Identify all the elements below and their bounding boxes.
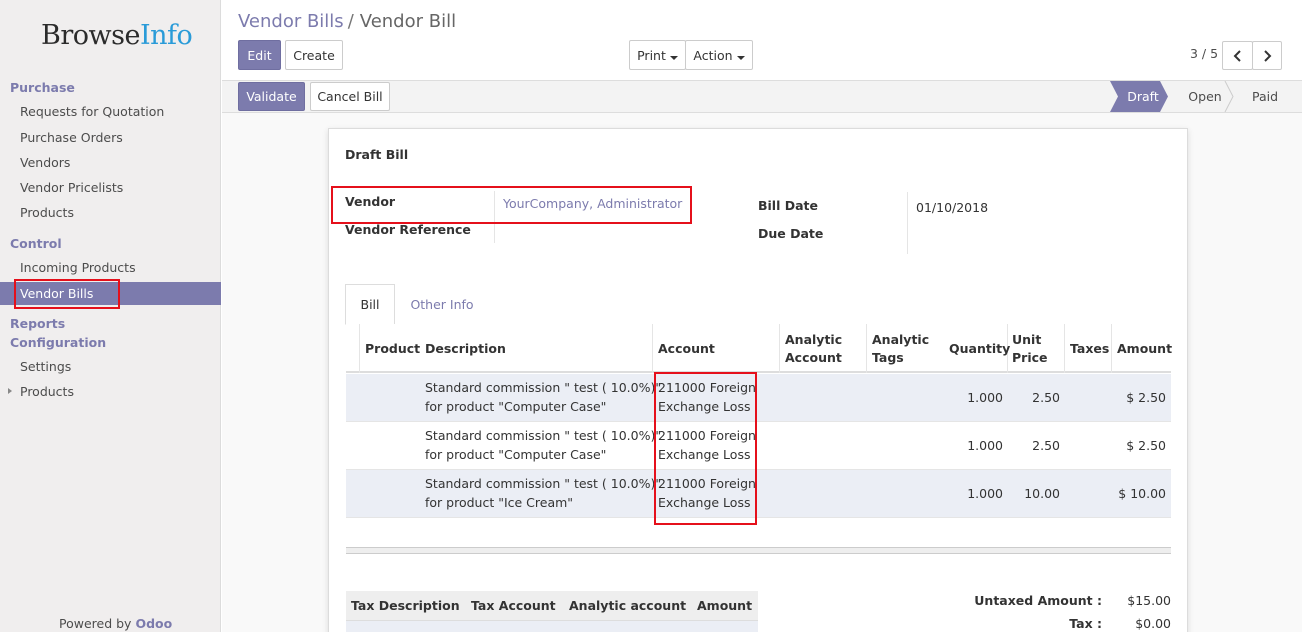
line-description: Standard commission " test ( 10.0%)" for … [425, 476, 662, 510]
highlight-account [654, 372, 757, 525]
tax-label: Tax : [1069, 616, 1102, 631]
col-product[interactable]: Product [365, 340, 420, 358]
print-dropdown[interactable]: Print [629, 40, 686, 70]
untaxed-amount-label: Untaxed Amount : [974, 593, 1102, 608]
untaxed-amount-value: $15.00 [1127, 593, 1171, 608]
col-description[interactable]: Description [425, 340, 506, 358]
sidebar-item-vendors[interactable]: Vendors [20, 155, 70, 170]
tab-other-info[interactable]: Other Info [405, 284, 479, 325]
chevron-left-icon [1233, 49, 1241, 62]
pager-value[interactable]: 3 / 5 [1190, 46, 1218, 61]
edit-button[interactable]: Edit [238, 40, 281, 70]
col-unit-price[interactable]: Unit Price [1012, 331, 1048, 367]
line-quantity: 1.000 [967, 390, 1003, 405]
line-quantity: 1.000 [967, 486, 1003, 501]
line-amount: $ 10.00 [1118, 486, 1166, 501]
divider [907, 192, 908, 254]
col-tax-description[interactable]: Tax Description [351, 597, 460, 615]
col-analytic-tags[interactable]: Analytic Tags [872, 331, 929, 367]
due-date-label: Due Date [758, 226, 824, 241]
breadcrumb: Vendor Bills / Vendor Bill [238, 11, 457, 32]
bill-date-label: Bill Date [758, 198, 818, 213]
line-amount: $ 2.50 [1126, 438, 1166, 453]
col-amount[interactable]: Amount [1117, 340, 1172, 358]
sidebar-item-purchase-orders[interactable]: Purchase Orders [20, 130, 123, 145]
sidebar-section-purchase: Purchase [10, 80, 75, 95]
line-quantity: 1.000 [967, 438, 1003, 453]
col-quantity[interactable]: Quantity [949, 340, 1010, 358]
breadcrumb-parent[interactable]: Vendor Bills [238, 11, 344, 32]
sidebar-item-incoming-products[interactable]: Incoming Products [20, 260, 136, 275]
caret-right-icon[interactable] [8, 388, 12, 394]
line-description: Standard commission " test ( 10.0%)" for … [425, 380, 662, 414]
line-unit-price: 10.00 [1024, 486, 1060, 501]
stage-paid[interactable]: Paid [1242, 81, 1288, 112]
pager-previous-button[interactable] [1222, 41, 1253, 70]
sidebar-section-configuration: Configuration [10, 335, 107, 350]
highlight-vendor-bills [14, 279, 120, 309]
sidebar: BrowseInfo Purchase Requests for Quotati… [0, 0, 221, 632]
line-unit-price: 2.50 [1032, 438, 1060, 453]
col-tax-account[interactable]: Tax Account [471, 597, 556, 615]
validate-button[interactable]: Validate [238, 82, 305, 111]
tax-table-header: Tax Description Tax Account Analytic acc… [346, 591, 758, 621]
bill-date-field[interactable]: 01/10/2018 [916, 200, 988, 215]
sidebar-section-control: Control [10, 236, 62, 251]
tab-bill[interactable]: Bill [345, 284, 395, 325]
form-title: Draft Bill [345, 147, 409, 162]
sidebar-item-requests-for-quotation[interactable]: Requests for Quotation [20, 104, 164, 119]
sidebar-item-config-products[interactable]: Products [20, 384, 74, 399]
sidebar-item-settings[interactable]: Settings [20, 359, 71, 374]
col-tax-amount[interactable]: Amount [697, 597, 752, 615]
vendor-reference-label: Vendor Reference [345, 222, 471, 237]
line-unit-price: 2.50 [1032, 390, 1060, 405]
col-taxes[interactable]: Taxes [1070, 340, 1109, 358]
lines-table-footer [346, 547, 1171, 554]
action-dropdown[interactable]: Action [685, 40, 753, 70]
cancel-bill-button[interactable]: Cancel Bill [310, 82, 390, 111]
tax-value: $0.00 [1135, 616, 1171, 631]
form-tabs: Bill Other Info [345, 284, 1171, 325]
sidebar-section-reports[interactable]: Reports [10, 316, 65, 331]
logo[interactable]: BrowseInfo [41, 20, 193, 51]
highlight-vendor [331, 186, 692, 224]
col-analytic-account[interactable]: Analytic Account [785, 331, 842, 367]
stage-draft[interactable]: Draft [1118, 81, 1168, 112]
pager-next-button[interactable] [1252, 41, 1282, 70]
sidebar-item-products[interactable]: Products [20, 205, 74, 220]
line-amount: $ 2.50 [1126, 390, 1166, 405]
stage-open[interactable]: Open [1180, 81, 1230, 112]
odoo-link[interactable]: Odoo [135, 616, 172, 631]
tax-table-row [346, 621, 758, 632]
chevron-right-icon [1264, 49, 1272, 62]
statusbar: Validate Cancel Bill Draft Open Paid [222, 80, 1302, 113]
line-description: Standard commission " test ( 10.0%)" for … [425, 428, 662, 462]
col-analytic-account[interactable]: Analytic account [569, 597, 686, 615]
breadcrumb-current: Vendor Bill [359, 11, 457, 32]
powered-by: Powered by Odoo [59, 616, 173, 631]
sidebar-item-vendor-pricelists[interactable]: Vendor Pricelists [20, 180, 123, 195]
create-button[interactable]: Create [285, 40, 343, 70]
col-account[interactable]: Account [658, 340, 715, 358]
